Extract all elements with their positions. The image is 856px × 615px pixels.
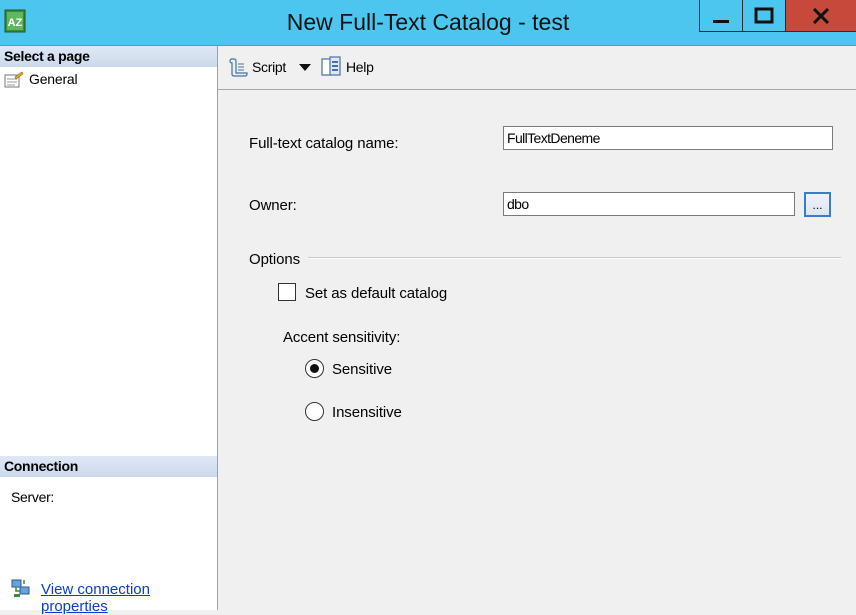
browse-owner-button[interactable]: ... xyxy=(804,192,831,217)
connection-properties-icon xyxy=(11,579,30,597)
select-page-header: Select a page xyxy=(0,46,217,67)
script-button[interactable]: Script xyxy=(228,55,286,79)
catalog-name-label: Full-text catalog name: xyxy=(249,135,399,152)
page-settings-icon xyxy=(4,71,24,87)
minimize-icon xyxy=(713,19,729,23)
options-divider xyxy=(308,257,841,259)
toolbar: Script Help xyxy=(218,46,856,90)
script-button-label: Script xyxy=(252,59,286,75)
options-group-label: Options xyxy=(249,251,300,268)
help-book-icon xyxy=(321,56,341,76)
maximize-icon xyxy=(754,7,774,23)
script-dropdown-button[interactable] xyxy=(298,55,312,79)
script-scroll-icon xyxy=(229,58,248,77)
default-catalog-checkbox[interactable] xyxy=(278,283,296,301)
connection-header: Connection xyxy=(0,456,217,477)
close-icon xyxy=(812,7,830,24)
accent-sensitive-label[interactable]: Sensitive xyxy=(332,361,392,378)
accent-sensitivity-label: Accent sensitivity: xyxy=(283,329,401,346)
accent-insensitive-label[interactable]: Insensitive xyxy=(332,404,402,421)
owner-label: Owner: xyxy=(249,197,297,214)
chevron-down-icon xyxy=(299,64,311,71)
minimize-button[interactable] xyxy=(699,0,742,32)
left-pane: Select a page General Connection Server:… xyxy=(0,46,218,615)
help-button-label: Help xyxy=(346,59,374,75)
help-button[interactable]: Help xyxy=(320,55,374,79)
default-catalog-label[interactable]: Set as default catalog xyxy=(305,285,447,302)
title-bar[interactable]: AZ New Full-Text Catalog - test xyxy=(0,0,856,46)
accent-insensitive-radio[interactable] xyxy=(305,402,324,421)
server-label: Server: xyxy=(11,489,55,505)
owner-input[interactable] xyxy=(503,192,795,216)
page-item-label: General xyxy=(29,71,78,87)
maximize-button[interactable] xyxy=(742,0,785,32)
view-connection-properties[interactable]: View connection properties xyxy=(10,578,171,615)
close-button[interactable] xyxy=(785,0,856,32)
right-pane: Script Help Full-text catalog name: Owne… xyxy=(218,46,856,610)
catalog-name-input[interactable] xyxy=(503,126,833,150)
accent-sensitive-radio[interactable] xyxy=(305,359,324,378)
page-item-general[interactable]: General xyxy=(4,70,78,88)
